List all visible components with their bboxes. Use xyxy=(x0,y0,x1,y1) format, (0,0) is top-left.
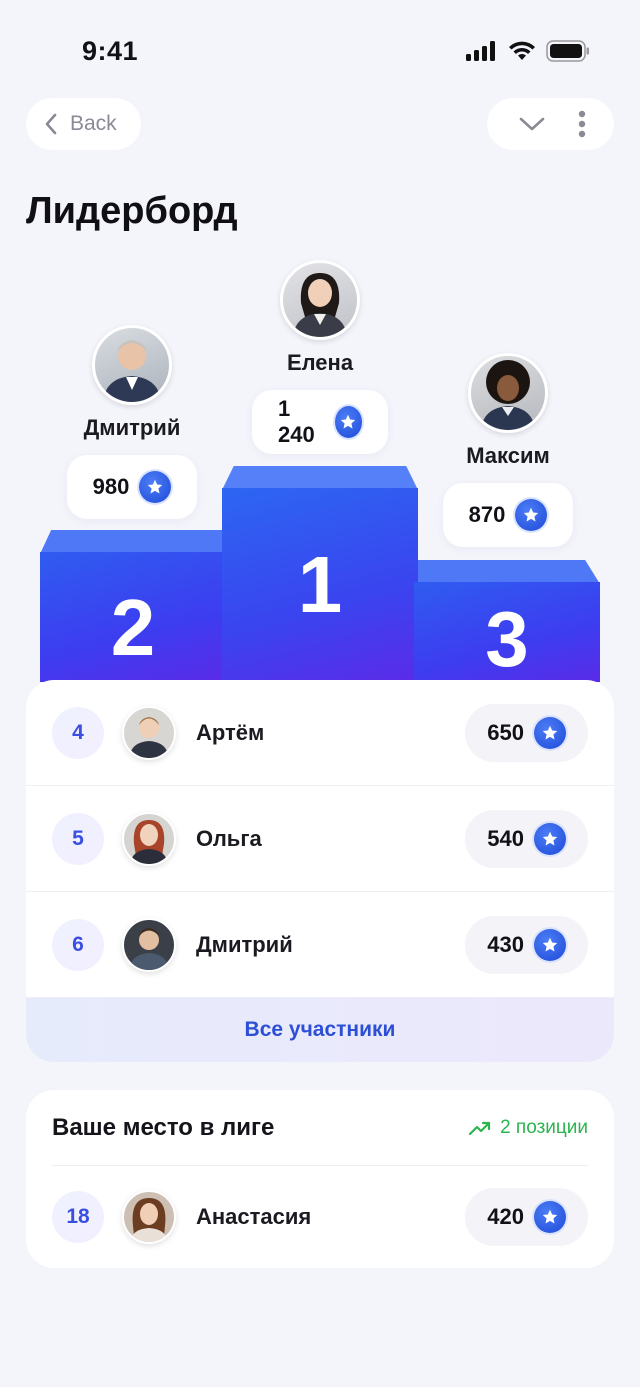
podium-leader-3[interactable]: Максим 870 xyxy=(442,353,574,547)
more-vertical-icon[interactable] xyxy=(578,110,586,138)
score-value: 430 xyxy=(487,931,524,957)
score-pill: 540 xyxy=(465,809,588,868)
avatar xyxy=(122,1190,176,1244)
avatar xyxy=(468,353,548,433)
ranking-row[interactable]: 5 Ольга 540 xyxy=(26,786,614,892)
row-name: Дмитрий xyxy=(196,931,293,957)
wifi-icon xyxy=(509,41,535,60)
leader-name: Максим xyxy=(466,443,550,468)
person-avatar-icon xyxy=(130,819,168,864)
star-badge-icon xyxy=(139,471,172,503)
score-pill: 420 xyxy=(465,1188,588,1246)
row-name: Анастасия xyxy=(196,1204,312,1229)
league-trend: 2 позиции xyxy=(468,1117,588,1139)
ranking-row[interactable]: 4 Артём 650 xyxy=(26,680,614,786)
all-participants-button[interactable]: Все участники xyxy=(26,998,614,1062)
rank-badge: 4 xyxy=(52,706,104,759)
leader-name: Дмитрий xyxy=(83,415,181,440)
rank-badge: 6 xyxy=(52,918,104,971)
chevron-left-icon xyxy=(45,113,57,135)
rank-badge: 18 xyxy=(52,1191,104,1243)
star-badge-icon xyxy=(534,822,566,855)
avatar xyxy=(122,917,176,972)
score-pill: 980 xyxy=(66,455,198,519)
rankings-card: 4 Артём 650 5 Ольга 540 6 Дмитрий 430 Вс… xyxy=(26,680,614,1062)
score-value: 420 xyxy=(487,1204,524,1229)
star-badge-icon xyxy=(534,928,566,961)
battery-icon xyxy=(546,40,589,62)
score-value: 650 xyxy=(487,719,524,745)
person-avatar-icon xyxy=(130,1198,168,1242)
person-avatar-icon xyxy=(481,360,535,430)
nav-actions xyxy=(487,98,614,150)
back-label: Back xyxy=(70,112,117,135)
score-value: 980 xyxy=(92,474,130,499)
score-pill: 1 240 xyxy=(252,390,388,454)
star-badge-icon xyxy=(534,716,566,749)
league-card: Ваше место в лиге 2 позиции 18 Анастасия… xyxy=(26,1090,614,1268)
podium-leader-2[interactable]: Дмитрий 980 xyxy=(66,325,198,519)
podium-block-3: 3 xyxy=(414,582,600,683)
ranking-row[interactable]: 6 Дмитрий 430 xyxy=(26,892,614,998)
league-title: Ваше место в лиге xyxy=(52,1113,275,1141)
score-value: 870 xyxy=(468,502,506,527)
status-time: 9:41 xyxy=(82,36,139,66)
person-avatar-icon xyxy=(129,927,169,970)
podium-block-3-top xyxy=(414,560,600,584)
chevron-down-icon[interactable] xyxy=(519,116,545,132)
row-name: Ольга xyxy=(196,825,262,851)
avatar xyxy=(280,260,360,340)
trend-label: 2 позиции xyxy=(500,1116,588,1138)
person-avatar-icon xyxy=(129,716,169,758)
person-avatar-icon xyxy=(103,340,161,402)
star-badge-icon xyxy=(334,406,362,438)
score-value: 540 xyxy=(487,825,524,851)
score-pill: 430 xyxy=(465,915,588,974)
rank-badge: 5 xyxy=(52,812,104,865)
avatar xyxy=(92,325,172,405)
score-pill: 650 xyxy=(465,703,588,762)
podium-block-2-top xyxy=(40,530,226,554)
status-bar: 9:41 xyxy=(0,0,640,100)
podium-block-1: 1 xyxy=(222,488,418,682)
podium: Дмитрий 980 Елена 1 240 Максим 870 2 1 3 xyxy=(0,250,640,690)
star-badge-icon xyxy=(515,499,548,531)
league-user-row[interactable]: 18 Анастасия 420 xyxy=(26,1166,614,1268)
leader-name: Елена xyxy=(286,350,354,375)
trending-up-icon xyxy=(468,1121,491,1135)
star-badge-icon xyxy=(534,1201,566,1233)
status-icons xyxy=(466,40,590,62)
podium-block-2: 2 xyxy=(40,552,226,682)
page-title: Лидерборд xyxy=(26,190,238,232)
podium-leader-1[interactable]: Елена 1 240 xyxy=(252,260,388,454)
score-value: 1 240 xyxy=(278,396,315,447)
avatar xyxy=(122,811,176,866)
podium-block-1-top xyxy=(222,466,418,490)
score-pill: 870 xyxy=(442,483,574,547)
person-avatar-icon xyxy=(293,273,347,337)
avatar xyxy=(122,705,176,760)
row-name: Артём xyxy=(196,719,265,745)
league-header: Ваше место в лиге 2 позиции xyxy=(52,1090,588,1166)
back-button[interactable]: Back xyxy=(26,98,141,150)
cellular-signal-icon xyxy=(466,41,495,61)
